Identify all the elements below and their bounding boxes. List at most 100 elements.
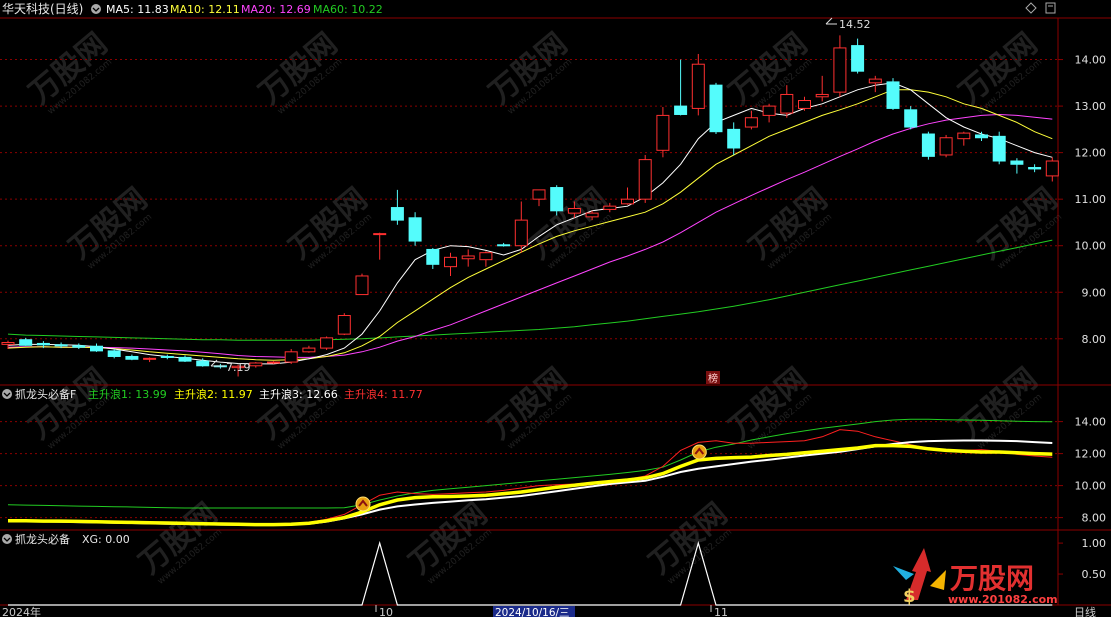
- candle: [992, 131, 1006, 165]
- candle: [638, 154, 652, 203]
- candle-body: [267, 361, 280, 364]
- candle-body: [125, 355, 139, 360]
- candle-body: [550, 187, 564, 212]
- candle-body: [461, 255, 475, 260]
- candle-body: [373, 233, 387, 236]
- indicator-xg-legend: 抓龙头必备 XG: 0.00: [2, 532, 130, 546]
- ma5-legend: MA5: 11.83: [106, 3, 169, 16]
- candle-body: [160, 355, 174, 358]
- candle-body: [585, 212, 599, 218]
- y-tick-label: 12.00: [1075, 147, 1107, 160]
- cursor-date-box: 2024/10/16/三: [493, 606, 575, 617]
- buy-signal-icon: [355, 496, 371, 512]
- indicator-xg-settings-icon[interactable]: [2, 534, 12, 544]
- y-tick-label: 14.00: [1075, 54, 1107, 67]
- indicator-xg-title: 抓龙头必备: [15, 532, 70, 546]
- period-label: 日线: [1074, 605, 1096, 617]
- wave2-legend: 主升浪2: 11.97: [174, 387, 253, 401]
- low-label: 7.19: [226, 361, 251, 374]
- candle-body: [320, 337, 334, 349]
- rank-badge-text: 榜: [708, 372, 718, 385]
- candle-body: [514, 219, 528, 247]
- candle: [337, 313, 351, 336]
- month-oct-label: 10: [379, 606, 393, 617]
- y-tick-label: 8.00: [1082, 512, 1107, 525]
- candle-body: [178, 356, 192, 362]
- candle-body: [621, 198, 634, 205]
- candle-body: [992, 135, 1006, 162]
- candle-body: [90, 345, 103, 352]
- y-tick-label: 13.00: [1075, 100, 1107, 113]
- candle-body: [1, 342, 15, 345]
- year-label: 2024年: [2, 605, 41, 617]
- ma60-legend: MA60: 10.22: [313, 3, 383, 16]
- candle-body: [656, 114, 670, 151]
- cursor-date: 2024/10/16/三: [495, 607, 570, 617]
- candle-body: [957, 132, 971, 140]
- y-tick-label: 10.00: [1075, 240, 1107, 253]
- candle-body: [302, 347, 316, 353]
- wave1-legend: 主升浪1: 13.99: [88, 387, 167, 401]
- candle-body: [36, 342, 50, 346]
- buy-signal-icon: [691, 444, 707, 460]
- candle-body: [532, 189, 546, 200]
- y-tick-label: 1.00: [1082, 537, 1107, 550]
- candle-body: [479, 252, 493, 261]
- candle-body: [833, 47, 847, 93]
- candle-body: [603, 205, 617, 210]
- candle-body: [780, 93, 794, 114]
- y-tick-label: 0.50: [1082, 568, 1107, 581]
- stock-chart: 万股网www.201082.com 万股网www.201082.com 万股网www…: [0, 0, 1111, 617]
- candle-body: [408, 217, 422, 242]
- candle-body: [691, 63, 705, 109]
- y-tick-label: 8.00: [1082, 333, 1107, 346]
- candle-body: [54, 344, 68, 347]
- candle-body: [674, 105, 688, 115]
- candle-body: [143, 357, 157, 360]
- signal-circle: [355, 496, 371, 512]
- ma20-legend: MA20: 12.69: [241, 3, 311, 16]
- candle-body: [284, 351, 298, 363]
- candle-body: [567, 207, 581, 214]
- candle: [709, 82, 723, 135]
- candle: [939, 134, 953, 158]
- ma-settings-icon[interactable]: [91, 4, 101, 14]
- candle-body: [744, 117, 758, 128]
- candle-body: [196, 360, 210, 367]
- candle-body: [497, 244, 511, 247]
- candle-body: [426, 248, 440, 265]
- candle-body: [904, 109, 918, 128]
- candle: [904, 106, 918, 130]
- candle-body: [1028, 167, 1042, 170]
- indicator-f-settings-icon[interactable]: [2, 389, 12, 399]
- y-tick-label: 11.00: [1075, 193, 1107, 206]
- candle-body: [851, 45, 865, 72]
- wave3-legend: 主升浪3: 12.66: [259, 387, 338, 401]
- candle-body: [249, 362, 263, 367]
- wave4-legend: 主升浪4: 11.77: [344, 387, 423, 401]
- candle: [886, 78, 900, 110]
- candle-body: [1010, 160, 1024, 165]
- y-tick-label: 10.00: [1075, 480, 1107, 493]
- candle: [550, 185, 564, 216]
- indicator-f-title: 抓龙头必备F: [15, 387, 76, 401]
- candle-body: [19, 339, 33, 346]
- candle: [355, 273, 369, 296]
- svg-text:$: $: [903, 586, 916, 607]
- candle-body: [1045, 160, 1059, 177]
- rank-badge[interactable]: 榜: [706, 371, 720, 385]
- y-tick-label: 12.00: [1075, 448, 1107, 461]
- indicator-f-legend: 抓龙头必备F 主升浪1: 13.99 主升浪2: 11.97 主升浪3: 12.…: [2, 387, 423, 401]
- month-nov-label: 11: [714, 606, 728, 617]
- brand-url: www.201082.com: [948, 593, 1058, 606]
- high-label: 14.52: [839, 18, 871, 31]
- candle-body: [815, 93, 829, 98]
- candle: [107, 349, 121, 359]
- ma10-legend: MA10: 12.11: [170, 3, 240, 16]
- xg-legend: XG: 0.00: [82, 533, 130, 546]
- candle-body: [868, 78, 882, 84]
- candle-body: [355, 275, 369, 296]
- y-tick-label: 14.00: [1075, 416, 1107, 429]
- candle-body: [921, 133, 935, 157]
- candle-body: [939, 137, 953, 156]
